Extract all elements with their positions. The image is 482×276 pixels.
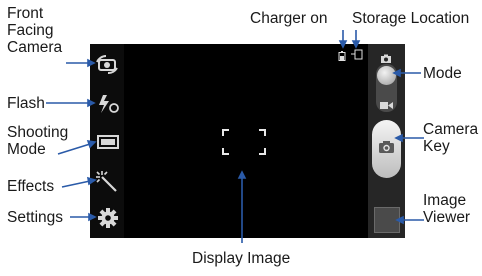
label-effects: Effects	[7, 178, 55, 195]
label-settings: Settings	[7, 209, 64, 226]
label-charger-on: Charger on	[250, 10, 328, 27]
label-mode: Mode	[423, 65, 462, 82]
callout-lines	[46, 30, 424, 243]
label-storage-location: Storage Location	[352, 10, 470, 27]
label-image-viewer: Image Viewer	[423, 192, 471, 226]
label-front-facing-camera: Front Facing Camera	[7, 5, 63, 56]
label-camera-key: Camera Key	[423, 121, 479, 155]
label-display-image: Display Image	[192, 250, 291, 267]
label-flash: Flash	[7, 95, 45, 112]
label-shooting-mode: Shooting Mode	[7, 124, 69, 158]
